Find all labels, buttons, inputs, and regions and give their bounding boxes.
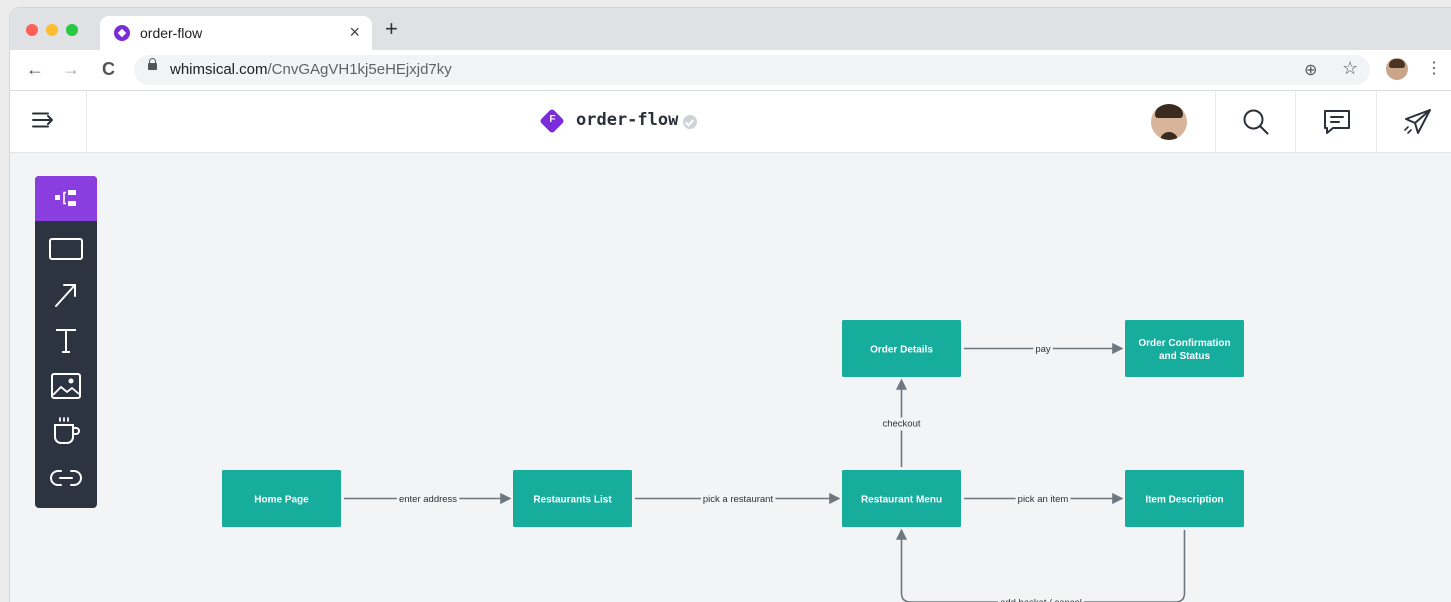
edge-label: pick an item bbox=[1018, 494, 1069, 505]
flow-node-label: Item Description bbox=[1145, 495, 1223, 506]
flow-node-menu[interactable]: Restaurant Menu bbox=[842, 470, 961, 527]
header-divider bbox=[1215, 91, 1216, 152]
browser-menu-icon[interactable]: ⋮ bbox=[1426, 58, 1442, 78]
maximize-window-button[interactable] bbox=[66, 24, 78, 36]
search-icon[interactable] bbox=[1242, 108, 1270, 136]
flow-node-label: Order Details bbox=[870, 345, 933, 356]
tab-title: order-flow bbox=[140, 25, 203, 41]
browser-window: order-flow × + ← → C whimsical.com/CnvGA… bbox=[10, 8, 1451, 602]
forward-button[interactable]: → bbox=[62, 58, 80, 80]
board-canvas[interactable]: enter address pick a restaurant pick an it… bbox=[10, 153, 1451, 602]
user-avatar[interactable] bbox=[1151, 104, 1187, 140]
file-type-badge: F bbox=[539, 108, 565, 134]
menu-arrow-icon bbox=[32, 112, 53, 128]
share-send-icon[interactable] bbox=[1403, 108, 1433, 136]
address-bar[interactable]: whimsical.com/CnvGAgVH1kj5eHEjxjd7ky ⊕ ☆ bbox=[134, 55, 1370, 85]
tab-strip: order-flow × + bbox=[10, 8, 1451, 50]
edge-item-menu bbox=[895, 528, 1186, 602]
flow-node-home[interactable]: Home Page bbox=[222, 470, 341, 527]
whimsical-favicon-icon bbox=[114, 25, 130, 41]
url-path: /CnvGAgVH1kj5eHEjxjd7ky bbox=[267, 61, 452, 78]
comments-icon[interactable] bbox=[1322, 109, 1352, 135]
edge-label: pay bbox=[1035, 344, 1051, 355]
zoom-icon[interactable]: ⊕ bbox=[1304, 60, 1317, 80]
flow-node-label: Home Page bbox=[254, 495, 309, 506]
profile-avatar[interactable] bbox=[1386, 58, 1408, 80]
flow-node-label: Order Confirmation bbox=[1138, 338, 1230, 349]
file-badge-letter: F bbox=[549, 113, 556, 125]
flow-node-label: Restaurants List bbox=[533, 495, 612, 506]
bookmark-star-icon[interactable]: ☆ bbox=[1342, 58, 1358, 79]
flow-node-label: Restaurant Menu bbox=[861, 495, 942, 506]
app-header: F order-flow bbox=[10, 91, 1451, 153]
flowchart-diagram: enter address pick a restaurant pick an it… bbox=[222, 320, 1244, 602]
url-host: whimsical.com bbox=[170, 61, 268, 78]
browser-tab[interactable]: order-flow × bbox=[100, 16, 372, 50]
tab-close-icon[interactable]: × bbox=[349, 22, 360, 43]
close-window-button[interactable] bbox=[26, 24, 38, 36]
flow-node-restaurants[interactable]: Restaurants List bbox=[513, 470, 632, 527]
flow-node-confirm[interactable]: Order Confirmation and Status bbox=[1125, 320, 1244, 377]
header-divider bbox=[1376, 91, 1377, 152]
saved-check-icon bbox=[683, 115, 697, 129]
flow-node-label: and Status bbox=[1159, 351, 1211, 362]
edge-label: enter address bbox=[399, 494, 457, 505]
edge-label: add basket / cancel bbox=[1000, 598, 1082, 602]
url-text: whimsical.com/CnvGAgVH1kj5eHEjxjd7ky bbox=[170, 61, 452, 78]
edge-label: checkout bbox=[882, 419, 920, 430]
document-title[interactable]: order-flow bbox=[576, 110, 678, 130]
flow-node-item[interactable]: Item Description bbox=[1125, 470, 1244, 527]
sidebar-toggle-button[interactable] bbox=[10, 91, 87, 152]
minimize-window-button[interactable] bbox=[46, 24, 58, 36]
header-divider bbox=[1295, 91, 1296, 152]
reload-button[interactable]: C bbox=[102, 58, 115, 80]
back-button[interactable]: ← bbox=[26, 58, 44, 80]
browser-toolbar: ← → C whimsical.com/CnvGAgVH1kj5eHEjxjd7… bbox=[10, 50, 1451, 91]
flow-node-details[interactable]: Order Details bbox=[842, 320, 961, 377]
new-tab-button[interactable]: + bbox=[385, 18, 398, 40]
lock-icon bbox=[148, 58, 157, 70]
edge-label: pick a restaurant bbox=[703, 494, 774, 505]
